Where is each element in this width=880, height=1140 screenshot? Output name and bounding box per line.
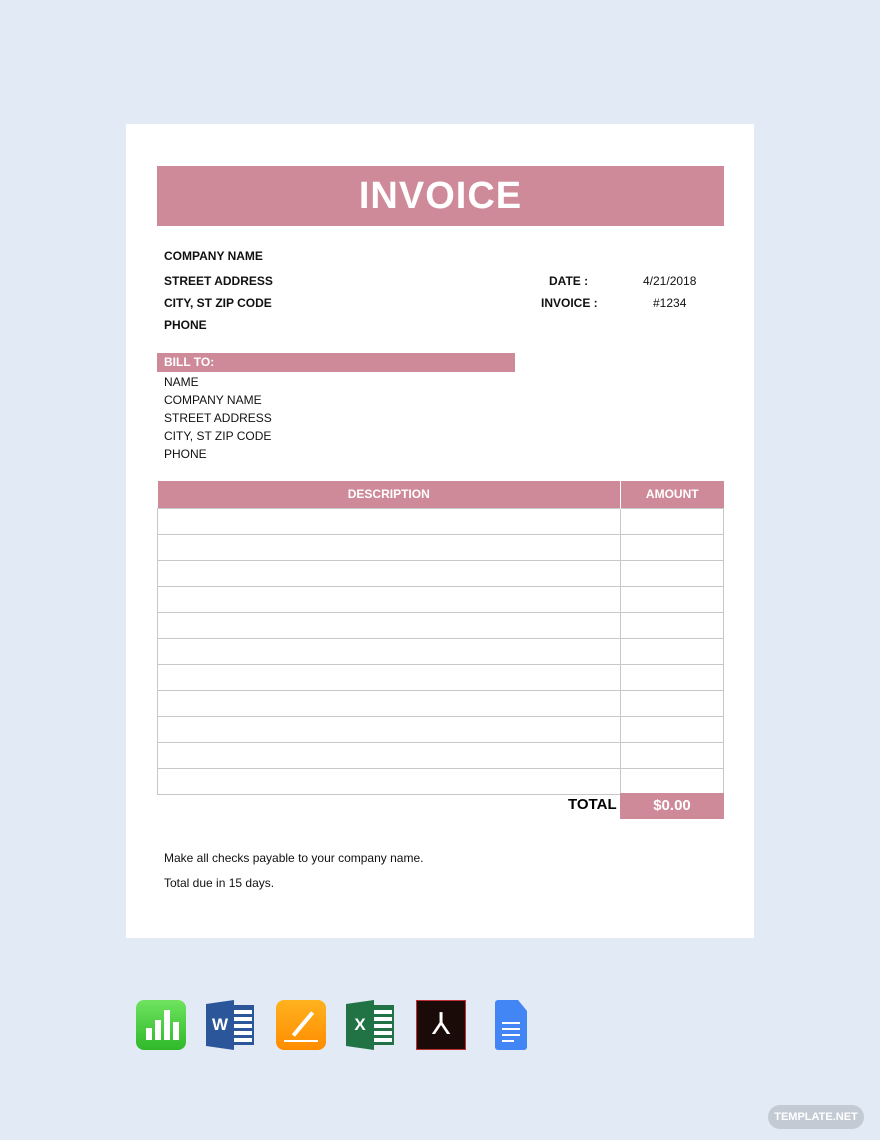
bill-to-company: COMPANY NAME: [164, 393, 262, 407]
table-row: [157, 767, 724, 795]
table-row: [157, 663, 724, 691]
amount-cell[interactable]: [620, 741, 724, 769]
amount-cell[interactable]: [620, 507, 724, 535]
amount-cell[interactable]: [620, 611, 724, 639]
excel-icon[interactable]: X: [346, 1000, 396, 1050]
google-docs-icon[interactable]: [486, 1000, 536, 1050]
description-cell[interactable]: [157, 559, 621, 587]
numbers-icon[interactable]: [136, 1000, 186, 1050]
description-header: DESCRIPTION: [157, 481, 621, 508]
format-icons: W X ⅄: [136, 1000, 536, 1050]
sender-company: COMPANY NAME: [164, 249, 263, 263]
table-row: [157, 715, 724, 743]
sender-street: STREET ADDRESS: [164, 274, 273, 288]
bill-to-name: NAME: [164, 375, 199, 389]
description-cell[interactable]: [157, 533, 621, 561]
bill-to-city: CITY, ST ZIP CODE: [164, 429, 272, 443]
description-cell[interactable]: [157, 741, 621, 769]
date-label: DATE :: [549, 274, 589, 288]
line-items-table: DESCRIPTION AMOUNT: [157, 481, 724, 795]
note-due: Total due in 15 days.: [164, 876, 275, 890]
table-row: [157, 611, 724, 639]
bill-to-phone: PHONE: [164, 447, 207, 461]
amount-cell[interactable]: [620, 663, 724, 691]
total-label: TOTAL: [568, 796, 617, 813]
table-row: [157, 689, 724, 717]
amount-cell[interactable]: [620, 585, 724, 613]
table-row: [157, 585, 724, 613]
description-cell[interactable]: [157, 637, 621, 665]
pages-icon[interactable]: [276, 1000, 326, 1050]
amount-header: AMOUNT: [620, 481, 724, 508]
amount-cell[interactable]: [620, 715, 724, 743]
bill-to-label: BILL TO:: [157, 353, 515, 372]
amount-cell[interactable]: [620, 689, 724, 717]
description-cell[interactable]: [157, 715, 621, 743]
amount-cell[interactable]: [620, 559, 724, 587]
total-value: $0.00: [620, 793, 724, 819]
amount-cell[interactable]: [620, 637, 724, 665]
invoice-title: INVOICE: [157, 166, 724, 226]
description-cell[interactable]: [157, 689, 621, 717]
sender-phone: PHONE: [164, 318, 207, 332]
template-watermark: TEMPLATE.NET: [768, 1105, 864, 1129]
amount-cell[interactable]: [620, 533, 724, 561]
word-icon[interactable]: W: [206, 1000, 256, 1050]
table-row: [157, 559, 724, 587]
description-cell[interactable]: [157, 585, 621, 613]
table-row: [157, 507, 724, 535]
description-cell[interactable]: [157, 663, 621, 691]
description-cell[interactable]: [157, 611, 621, 639]
invoice-page: INVOICE COMPANY NAME STREET ADDRESS CITY…: [126, 124, 754, 938]
date-value: 4/21/2018: [643, 274, 697, 288]
note-payable: Make all checks payable to your company …: [164, 851, 424, 865]
invoice-number-label: INVOICE :: [541, 296, 598, 310]
amount-cell[interactable]: [620, 767, 724, 795]
table-row: [157, 741, 724, 769]
sender-city: CITY, ST ZIP CODE: [164, 296, 272, 310]
table-row: [157, 637, 724, 665]
description-cell[interactable]: [157, 507, 621, 535]
pdf-icon[interactable]: ⅄: [416, 1000, 466, 1050]
bill-to-street: STREET ADDRESS: [164, 411, 272, 425]
table-row: [157, 533, 724, 561]
invoice-number-value: #1234: [653, 296, 687, 310]
description-cell[interactable]: [157, 767, 621, 795]
